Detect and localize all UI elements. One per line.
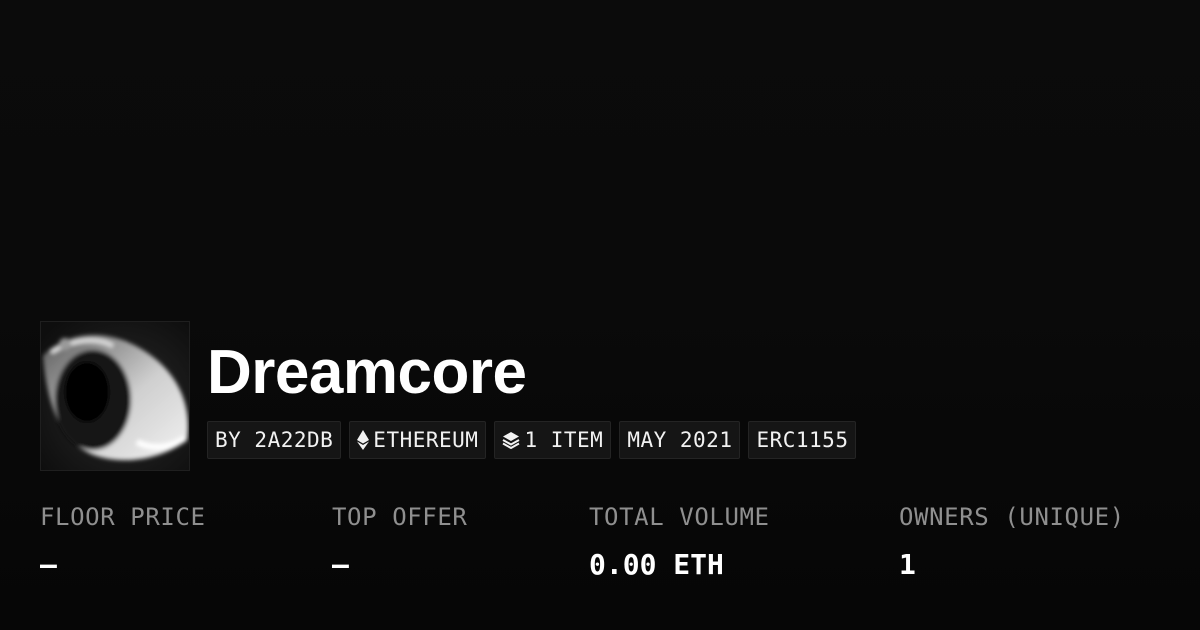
owners-stat: OWNERS (UNIQUE) 1 <box>899 505 1125 579</box>
owners-label: OWNERS (UNIQUE) <box>899 503 1125 531</box>
date-label: MAY 2021 <box>627 428 733 452</box>
collection-title: Dreamcore <box>207 338 527 407</box>
floor-price-label: FLOOR PRICE <box>40 503 206 531</box>
items-label: 1 ITEM <box>524 428 604 452</box>
floor-price-stat: FLOOR PRICE — <box>40 505 206 579</box>
ethereum-icon <box>357 430 370 450</box>
standard-tag: ERC1155 <box>748 421 857 459</box>
chain-label: ETHEREUM <box>373 428 479 452</box>
top-offer-stat: TOP OFFER — <box>332 505 467 579</box>
date-tag: MAY 2021 <box>619 421 741 459</box>
standard-label: ERC1155 <box>756 428 849 452</box>
eye-artwork-icon <box>41 322 189 470</box>
floor-price-value: — <box>40 548 57 581</box>
collection-tags: BY 2A22DB ETHEREUM 1 ITEM MAY 2021 ERC11… <box>207 421 857 459</box>
items-tag: 1 ITEM <box>494 421 612 459</box>
collection-info: Dreamcore BY 2A22DB ETHEREUM 1 ITEM MAY … <box>207 321 857 459</box>
total-volume-stat: TOTAL VOLUME 0.00 ETH <box>589 505 770 579</box>
layers-icon <box>502 431 520 449</box>
collection-avatar[interactable] <box>40 321 190 471</box>
total-volume-value: 0.00 ETH <box>589 548 724 581</box>
top-offer-value: — <box>332 548 349 581</box>
owners-value: 1 <box>899 548 916 581</box>
total-volume-label: TOTAL VOLUME <box>589 503 770 531</box>
creator-tag[interactable]: BY 2A22DB <box>207 421 342 459</box>
collection-header: Dreamcore BY 2A22DB ETHEREUM 1 ITEM MAY … <box>40 321 857 471</box>
creator-label: BY 2A22DB <box>215 428 334 452</box>
chain-tag: ETHEREUM <box>349 421 487 459</box>
top-offer-label: TOP OFFER <box>332 503 468 531</box>
